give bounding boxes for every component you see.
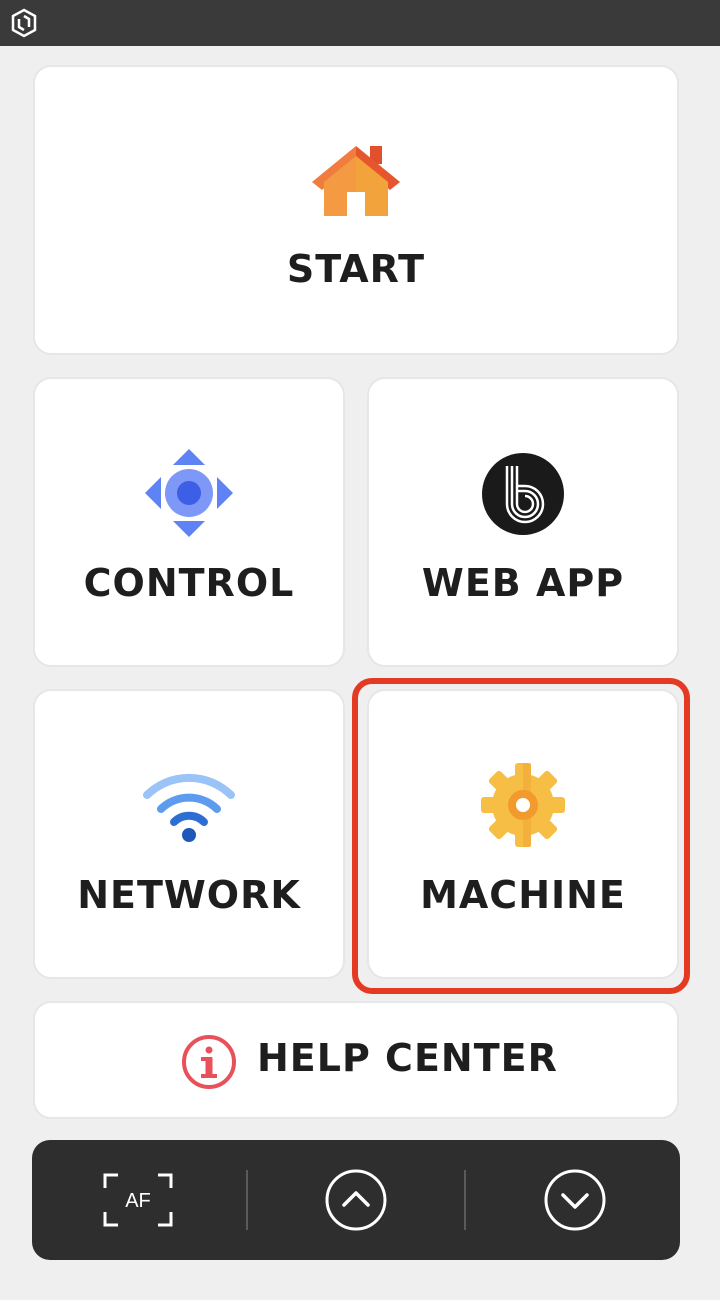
start-tile[interactable]: START: [33, 65, 679, 355]
help-center-label: HELP CENTER: [257, 1036, 558, 1080]
autofocus-icon: AF: [103, 1173, 173, 1227]
network-tile[interactable]: NETWORK: [33, 689, 345, 979]
af-label: AF: [125, 1190, 151, 1212]
gear-icon: [481, 763, 565, 847]
toolbar-divider: [464, 1170, 466, 1230]
bottom-toolbar: AF: [32, 1140, 680, 1260]
scroll-down-button[interactable]: [543, 1168, 607, 1232]
scroll-up-button[interactable]: [324, 1168, 388, 1232]
autofocus-button[interactable]: AF: [102, 1172, 174, 1228]
chevron-up-icon: [325, 1169, 387, 1231]
wifi-icon: [143, 773, 235, 842]
chevron-down-icon: [544, 1169, 606, 1231]
start-label: START: [286, 247, 426, 291]
control-label: CONTROL: [83, 561, 295, 605]
machine-tile[interactable]: MACHINE: [367, 689, 679, 979]
toolbar-divider: [246, 1170, 248, 1230]
app-logo-icon: [11, 8, 37, 38]
machine-label: MACHINE: [420, 873, 626, 917]
network-label: NETWORK: [77, 873, 301, 917]
web-app-tile[interactable]: WEB APP: [367, 377, 679, 667]
directional-pad-icon: [145, 449, 233, 537]
home-icon: [312, 146, 400, 216]
web-app-label: WEB APP: [421, 561, 625, 605]
b-logo-icon: [482, 453, 564, 535]
control-tile[interactable]: CONTROL: [33, 377, 345, 667]
info-icon: [182, 1035, 236, 1089]
help-center-tile[interactable]: HELP CENTER: [33, 1001, 679, 1119]
top-bar: [0, 0, 720, 46]
